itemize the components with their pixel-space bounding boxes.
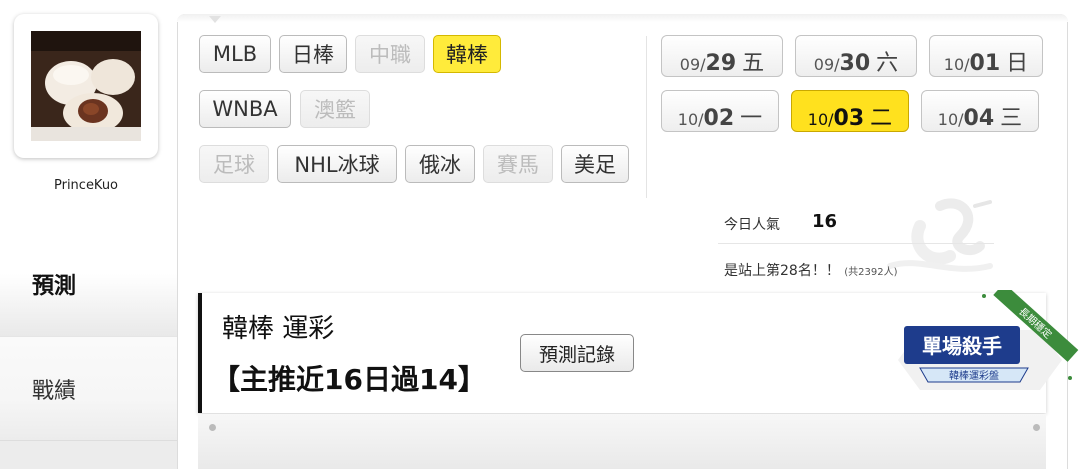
tab-predict-label: 預測 [32,274,77,299]
sport-chip-jp-baseball[interactable]: 日棒 [279,35,347,73]
sport-chip-kbo[interactable]: 韓棒 [433,35,501,73]
sport-chip-mlb[interactable]: MLB [199,35,271,73]
date-chip-1004[interactable]: 10/04 三 [921,90,1039,132]
avatar[interactable] [31,31,141,141]
date-day: 29 [705,51,737,76]
sport-chip-label: 韓棒 [446,43,488,67]
pin-left-icon [209,424,216,431]
sport-chip-label: WNBA [212,97,278,121]
avatar-card [14,14,158,158]
sport-chip-nhl[interactable]: NHL冰球 [277,145,397,183]
panel-pointer-icon [209,16,221,23]
sport-chip-label: 美足 [574,153,616,177]
content-lower [198,414,1046,469]
rank-total: (共2392人) [844,267,898,278]
sport-chip-wnba[interactable]: WNBA [199,90,291,128]
prediction-record-label: 預測記錄 [538,343,615,366]
rank-text: 是站上第28名！！ [724,263,840,279]
badge-sub-text: 韓棒運彩盤 [949,369,999,382]
date-weekday: 六 [876,51,899,76]
tab-record-label: 戰績 [32,378,77,404]
sport-chip-label: 澳籃 [314,98,356,122]
sport-chip-label: 賽馬 [497,153,539,177]
tab-predict[interactable]: 預測 [0,232,178,336]
date-weekday: 日 [1006,51,1029,76]
popularity-value: 16 [812,211,838,232]
sport-chip-horse: 賽馬 [483,145,553,183]
sport-chip-label: MLB [212,42,258,66]
badge-main-text: 單場殺手 [922,334,1002,358]
sport-chip-label: 日棒 [292,43,334,67]
date-day: 30 [839,51,871,76]
pin-right-icon [1033,424,1040,431]
date-month: 09/ [679,55,706,74]
sport-chip-label: 俄冰 [419,153,461,177]
card-subtitle: 【主推近16日過14】 [212,363,486,396]
sidebar-bottom [0,440,178,469]
rank-line: 是站上第28名！！ (共2392人) [724,260,898,280]
card-title: 韓棒 運彩 [222,314,335,344]
stats-divider [718,243,994,244]
date-month: 09/ [813,55,840,74]
username[interactable]: PrinceKuo [14,178,158,193]
date-month: 10/ [943,55,970,74]
date-day: 03 [833,106,865,131]
date-day: 02 [703,106,735,131]
sport-chip-nfl[interactable]: 美足 [561,145,629,183]
sport-chip-soccer: 足球 [199,145,269,183]
killer-badge-icon: 單場殺手 韓棒運彩盤 長期穩定 [898,290,1079,390]
panel-top-shadow [177,14,1068,22]
date-chip-0930[interactable]: 09/30 六 [795,35,917,77]
sport-chip-nbl: 澳籃 [300,90,370,128]
popularity-label: 今日人氣 [724,217,780,233]
date-day: 01 [969,51,1001,76]
sport-chip-cpbl: 中職 [355,35,425,73]
date-weekday: 三 [1000,106,1023,131]
date-chip-1001[interactable]: 10/01 日 [929,35,1043,77]
tab-record[interactable]: 戰績 [0,336,178,440]
prediction-record-button[interactable]: 預測記錄 [520,334,634,372]
date-weekday: 二 [870,106,893,131]
bun-photo [31,31,141,141]
date-chip-1002[interactable]: 10/02 一 [661,90,779,132]
date-month: 10/ [937,110,964,129]
sport-chip-label: 中職 [369,43,411,67]
date-month: 10/ [677,110,704,129]
date-month: 10/ [807,110,834,129]
date-day: 04 [963,106,995,131]
sport-chip-khl[interactable]: 俄冰 [405,145,475,183]
date-chip-1003[interactable]: 10/03 二 [791,90,909,132]
sport-chip-label: NHL冰球 [294,153,380,177]
sport-chip-label: 足球 [213,153,255,177]
date-weekday: 一 [740,106,763,131]
date-weekday: 五 [742,51,765,76]
flourish-icon [887,198,993,272]
date-chip-0929[interactable]: 09/29 五 [661,35,783,77]
divider [646,36,647,198]
